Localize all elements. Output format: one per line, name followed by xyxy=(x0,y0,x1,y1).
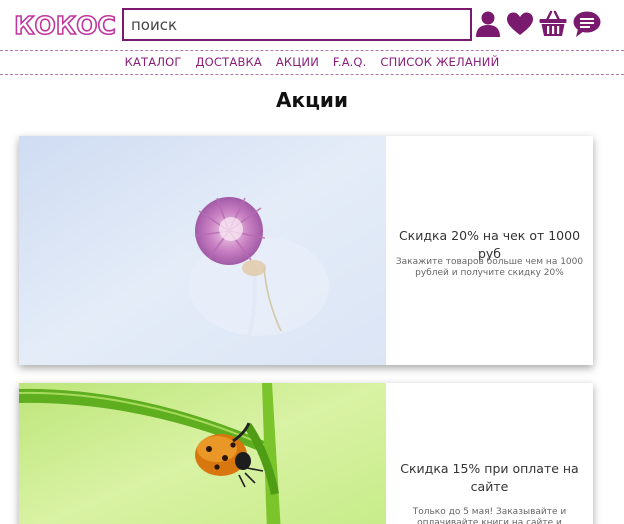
logo-text: КОКОС xyxy=(14,11,116,39)
nav-item-faq[interactable]: F.A.Q. xyxy=(333,55,367,69)
promo-text: Скидка 15% при оплате на сайте Только до… xyxy=(386,383,593,524)
promo-title: Скидка 15% при оплате на сайте xyxy=(400,461,579,494)
chat-icon[interactable] xyxy=(572,9,602,39)
header: КОКОС xyxy=(0,0,624,48)
nav-divider xyxy=(0,74,624,75)
promo-image-flower xyxy=(19,136,386,365)
promo-card[interactable]: Скидка 20% на чек от 1000 руб Закажите т… xyxy=(19,136,593,365)
promo-description: Закажите товаров больше чем на 1000 рубл… xyxy=(395,257,584,278)
nav-item-delivery[interactable]: ДОСТАВКА xyxy=(196,55,262,69)
promo-image-ladybug xyxy=(19,383,386,524)
logo[interactable]: КОКОС xyxy=(11,9,119,39)
nav-item-wishlist[interactable]: СПИСОК ЖЕЛАНИЙ xyxy=(380,55,499,69)
page-title: Акции xyxy=(276,88,348,112)
promo-text: Скидка 20% на чек от 1000 руб Закажите т… xyxy=(386,136,593,365)
main-nav: КАТАЛОГ ДОСТАВКА АКЦИИ F.A.Q. СПИСОК ЖЕЛ… xyxy=(0,55,624,73)
promo-description: Только до 5 мая! Заказывайте и оплачивай… xyxy=(412,507,567,524)
promo-card[interactable]: Скидка 15% при оплате на сайте Только до… xyxy=(19,383,593,524)
heart-icon[interactable] xyxy=(505,9,535,39)
nav-item-catalog[interactable]: КАТАЛОГ xyxy=(125,55,182,69)
header-divider xyxy=(0,50,624,51)
user-icon[interactable] xyxy=(473,9,503,39)
search-input[interactable] xyxy=(122,8,472,41)
basket-icon[interactable] xyxy=(538,9,568,39)
nav-item-promotions[interactable]: АКЦИИ xyxy=(276,55,319,69)
